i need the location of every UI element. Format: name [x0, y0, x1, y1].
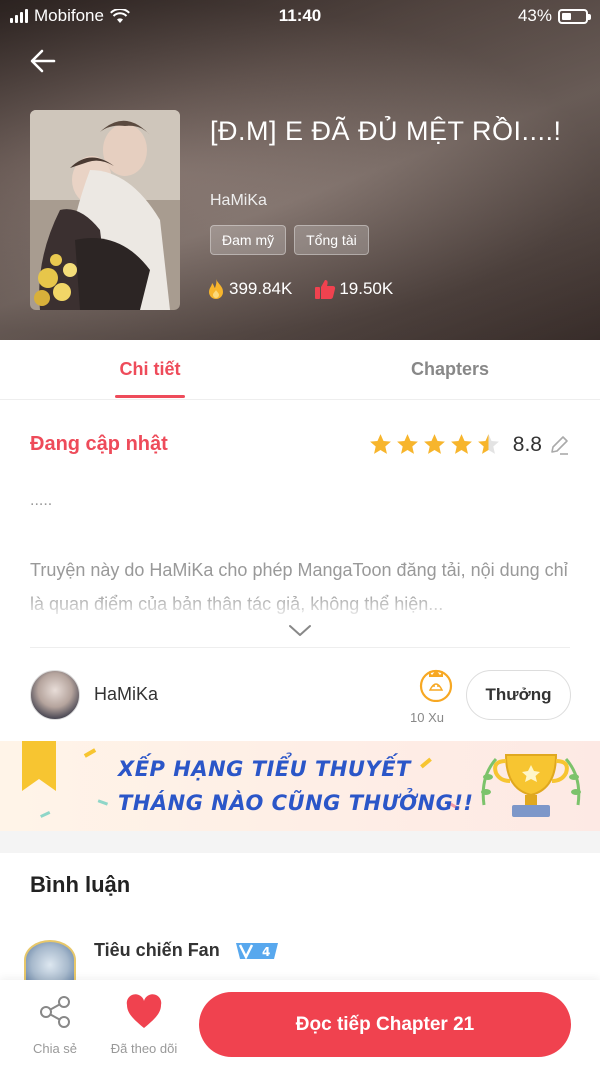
share-icon — [40, 996, 70, 1028]
tag-chip[interactable]: Tổng tài — [294, 225, 369, 255]
star-icon — [396, 434, 418, 454]
back-arrow-icon[interactable] — [28, 46, 58, 76]
tab-chapters[interactable]: Chapters — [400, 340, 500, 398]
author-name[interactable]: HaMiKa — [94, 684, 158, 705]
commenter-avatar[interactable] — [24, 940, 76, 980]
fire-icon — [209, 279, 223, 299]
status-bar: Mobifone 11:40 43% — [0, 0, 600, 34]
follow-button[interactable]: Đã theo dõi — [104, 994, 184, 1056]
book-stats: 399.84K 19.50K — [206, 278, 393, 300]
book-cover[interactable] — [30, 110, 180, 310]
half-star-icon — [477, 434, 499, 454]
star-icon — [423, 434, 445, 454]
share-button[interactable]: Chia sẻ — [22, 994, 88, 1056]
share-label: Chia sẻ — [32, 1041, 78, 1056]
comments-title: Bình luận — [30, 872, 131, 897]
continue-reading-button[interactable]: Đọc tiếp Chapter 21 — [199, 992, 571, 1057]
reward-button[interactable]: Thưởng — [466, 670, 571, 720]
thumbs-up-icon — [315, 280, 336, 299]
battery-percent: 43% — [517, 6, 552, 25]
star-icon — [450, 434, 472, 454]
trophy-icon — [481, 754, 581, 817]
author-row: HaMiKa 10 Xu Thưởng — [0, 648, 600, 740]
tag-list: Đam mỹ Tổng tài — [210, 225, 369, 255]
tag-chip[interactable]: Đam mỹ — [210, 225, 287, 255]
book-author[interactable]: HaMiKa — [210, 192, 267, 210]
rating-value: 8.8 — [512, 432, 542, 456]
cover-art — [30, 110, 180, 310]
banner-line-1: XẾP HẠNG TIỂU THUYẾT — [118, 757, 411, 781]
rating[interactable]: 8.8 — [368, 432, 570, 457]
tab-bar: Chi tiết Chapters — [0, 340, 600, 400]
book-title: [Đ.M] E ĐÃ ĐỦ MỆT RỒI....! — [210, 116, 562, 146]
coin-amount: 10 Xu — [410, 710, 444, 725]
bottom-action-bar: Chia sẻ Đã theo dõi Đọc tiếp Chapter 21 — [0, 980, 600, 1067]
intro-text: ..... — [30, 492, 53, 509]
coin-icon — [419, 669, 453, 702]
level-number: 4 — [262, 945, 270, 959]
views-stat: 399.84K — [206, 278, 292, 300]
update-status: Đang cập nhật — [30, 433, 168, 455]
likes-count: 19.50K — [339, 279, 394, 298]
banner-line-2: THÁNG NÀO CŨNG THƯỞNG!! — [118, 791, 474, 815]
edit-pencil-icon[interactable] — [548, 434, 570, 456]
battery-icon — [558, 8, 591, 24]
chevron-down-icon[interactable] — [286, 620, 314, 640]
star-icon — [369, 434, 391, 454]
description-fade — [30, 592, 570, 622]
status-right: 43% — [517, 6, 591, 26]
status-time: 11:40 — [278, 6, 322, 25]
tab-details[interactable]: Chi tiết — [100, 340, 200, 398]
views-count: 399.84K — [229, 279, 293, 298]
level-badge-icon: 4 — [236, 943, 278, 960]
section-gap — [0, 831, 600, 853]
ranking-banner[interactable]: XẾP HẠNG TIỂU THUYẾT THÁNG NÀO CŨNG THƯỞ… — [0, 741, 600, 831]
likes-stat: 19.50K — [314, 278, 393, 300]
follow-label: Đã theo dõi — [110, 1041, 178, 1056]
avatar[interactable] — [30, 670, 80, 720]
commenter-name[interactable]: Tiêu chiến Fan — [94, 940, 220, 961]
heart-icon — [126, 994, 162, 1028]
